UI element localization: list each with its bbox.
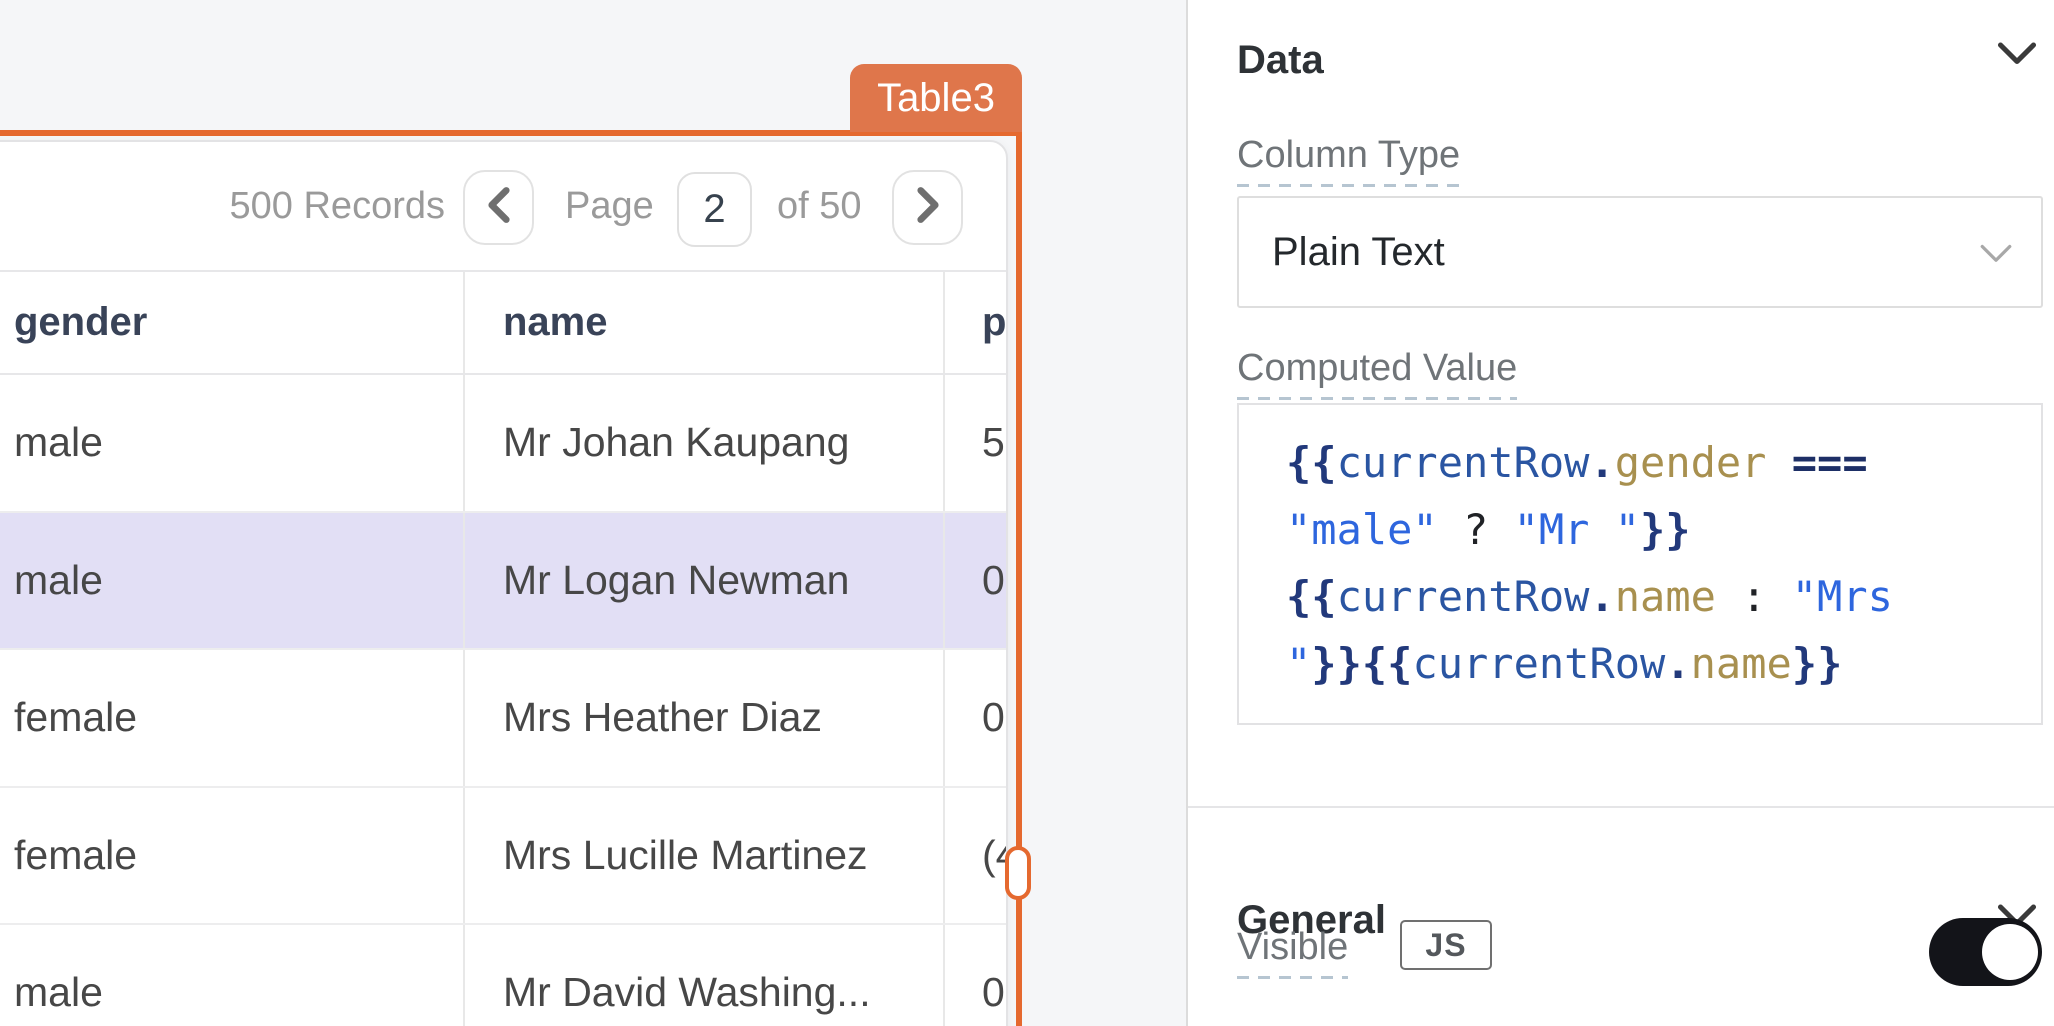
js-badge-label: JS — [1425, 927, 1466, 964]
cell-name: Mr Logan Newman — [465, 513, 945, 649]
code-line: {{currentRow.name : "Mrs — [1286, 563, 2041, 630]
page-number-input[interactable] — [677, 172, 752, 247]
column-type-label: Column Type — [1237, 134, 1460, 187]
cell-gender: female — [0, 788, 465, 924]
prev-page-button[interactable] — [463, 170, 534, 245]
cell-gender: male — [0, 925, 465, 1026]
next-page-button[interactable] — [892, 170, 963, 245]
cell-p: 0 — [945, 925, 1006, 1026]
visible-toggle-switch[interactable] — [1929, 918, 2042, 986]
table-row[interactable]: femaleMrs Heather Diaz0 — [0, 650, 1006, 788]
column-header-name[interactable]: name — [465, 272, 945, 373]
cell-gender: male — [0, 375, 465, 511]
widget-name-label: Table3 — [877, 76, 995, 121]
chevron-down-icon — [1979, 244, 2013, 269]
widget-name-tab[interactable]: Table3 — [850, 64, 1022, 132]
code-line: "}}{{currentRow.name}} — [1286, 630, 2041, 697]
visible-js-toggle-badge[interactable]: JS — [1400, 920, 1492, 970]
table-row[interactable]: femaleMrs Lucille Martinez(4 — [0, 788, 1006, 926]
toggle-knob — [1982, 924, 2038, 980]
cell-p: (4 — [945, 788, 1006, 924]
table-row[interactable]: maleMr Logan Newman0 — [0, 513, 1006, 651]
records-count-label: 500 Records — [180, 183, 445, 229]
computed-value-label: Computed Value — [1237, 347, 1517, 400]
computed-value-code-editor[interactable]: {{currentRow.gender ==="male" ? "Mr "}}{… — [1237, 403, 2043, 725]
table-row[interactable]: maleMr David Washing...0 — [0, 925, 1006, 1026]
column-type-value: Plain Text — [1272, 230, 1445, 275]
column-type-dropdown[interactable]: Plain Text — [1237, 196, 2043, 308]
table-widget: 500 Records Page of 50 gender name p mal… — [0, 140, 1008, 1026]
chevron-down-icon — [1997, 42, 2037, 71]
widget-resize-handle[interactable] — [1005, 846, 1031, 900]
table-header-row: gender name p — [0, 270, 1006, 375]
cell-name: Mr David Washing... — [465, 925, 945, 1026]
cell-name: Mr Johan Kaupang — [465, 375, 945, 511]
data-section-collapse-button[interactable] — [1994, 38, 2040, 74]
section-title-data[interactable]: Data — [1237, 38, 1324, 83]
properties-panel: Data Column Type Plain Text Computed Val… — [1188, 0, 2054, 1026]
total-pages-label: of 50 — [777, 183, 862, 229]
code-line: "male" ? "Mr "}} — [1286, 496, 2041, 563]
cell-gender: female — [0, 650, 465, 786]
cell-name: Mrs Lucille Martinez — [465, 788, 945, 924]
code-line: {{currentRow.gender === — [1286, 429, 2041, 496]
cell-p: 5 — [945, 375, 1006, 511]
cell-gender: male — [0, 513, 465, 649]
table-body: maleMr Johan Kaupang5maleMr Logan Newman… — [0, 375, 1006, 1026]
table-row[interactable]: maleMr Johan Kaupang5 — [0, 375, 1006, 513]
chevron-right-icon — [913, 186, 943, 229]
section-divider — [1188, 806, 2054, 808]
cell-p: 0 — [945, 513, 1006, 649]
column-header-gender[interactable]: gender — [0, 272, 465, 373]
page-label: Page — [565, 183, 654, 229]
visible-label: Visible — [1237, 926, 1348, 979]
column-header-p[interactable]: p — [945, 272, 1006, 373]
chevron-left-icon — [484, 186, 514, 229]
canvas: Table3 500 Records Page of 50 gender nam… — [0, 0, 2054, 1026]
cell-p: 0 — [945, 650, 1006, 786]
cell-name: Mrs Heather Diaz — [465, 650, 945, 786]
